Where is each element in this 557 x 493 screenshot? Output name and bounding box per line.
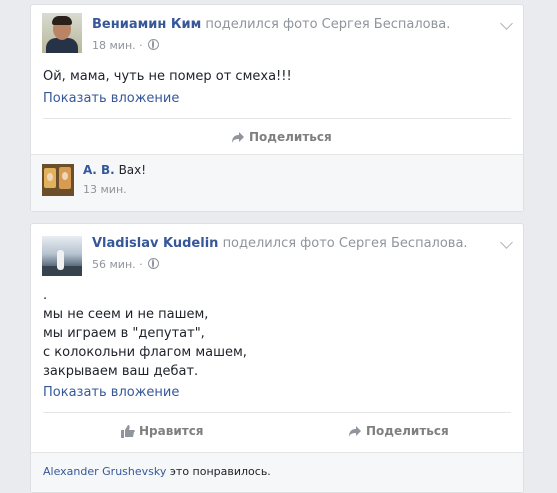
share-label: Поделиться bbox=[249, 130, 332, 144]
divider bbox=[43, 118, 511, 119]
post-meta: 56 мин. · bbox=[92, 258, 160, 272]
commenter-avatar[interactable] bbox=[42, 164, 74, 196]
share-icon bbox=[349, 426, 361, 437]
author-avatar[interactable] bbox=[42, 236, 82, 276]
post-header: Vladislav Kudelin поделился фото Сергея … bbox=[92, 235, 468, 253]
thumbs-up-icon bbox=[121, 425, 135, 438]
show-attachment-link[interactable]: Показать вложение bbox=[43, 91, 179, 106]
divider bbox=[43, 412, 511, 413]
likes-text: это понравилось. bbox=[169, 465, 271, 478]
chevron-down-icon[interactable] bbox=[500, 236, 513, 249]
post-card-kim: Вениамин Ким поделился фото Сергея Беспа… bbox=[30, 4, 524, 212]
post-action: поделился фото Сергея Беспалова. bbox=[222, 236, 468, 251]
author-avatar[interactable] bbox=[42, 13, 82, 53]
post-card-kudelin: Vladislav Kudelin поделился фото Сергея … bbox=[30, 223, 524, 493]
share-icon bbox=[232, 132, 244, 143]
likes-summary: Alexander Grushevsky это понравилось. bbox=[43, 465, 271, 478]
post-text: Ой, мама, чуть не помер от смеха!!! bbox=[43, 69, 292, 84]
post-time[interactable]: 56 мин. bbox=[92, 258, 136, 271]
divider bbox=[31, 452, 523, 453]
comment: А. В. Вах! bbox=[83, 163, 146, 177]
post-time[interactable]: 18 мин. bbox=[92, 39, 136, 52]
comment-text: Вах! bbox=[118, 163, 147, 177]
post-meta: 18 мин. · bbox=[92, 39, 160, 53]
globe-icon bbox=[148, 39, 160, 50]
chevron-down-icon[interactable] bbox=[500, 17, 513, 30]
post-text: . мы не сеем и не пашем, мы играем в "де… bbox=[43, 288, 247, 379]
like-label: Нравится bbox=[139, 424, 204, 438]
author-name[interactable]: Вениамин Ким bbox=[92, 17, 201, 32]
share-button[interactable]: Поделиться bbox=[231, 130, 332, 144]
globe-icon bbox=[148, 258, 160, 269]
like-button[interactable]: Нравится bbox=[121, 424, 204, 438]
author-name[interactable]: Vladislav Kudelin bbox=[92, 236, 218, 251]
share-button[interactable]: Поделиться bbox=[348, 424, 449, 438]
likes-section: Alexander Grushevsky это понравилось. bbox=[31, 452, 523, 492]
commenter-name[interactable]: А. В. bbox=[83, 163, 115, 177]
post-action: поделился фото Сергея Беспалова. bbox=[205, 17, 451, 32]
comment-time[interactable]: 13 мин. bbox=[83, 183, 127, 196]
show-attachment-link[interactable]: Показать вложение bbox=[43, 385, 179, 400]
share-label: Поделиться bbox=[366, 424, 449, 438]
comments-section: А. В. Вах! 13 мин. bbox=[31, 154, 523, 211]
liker-name[interactable]: Alexander Grushevsky bbox=[43, 465, 166, 478]
divider bbox=[31, 154, 523, 155]
post-header: Вениамин Ким поделился фото Сергея Беспа… bbox=[92, 16, 450, 34]
